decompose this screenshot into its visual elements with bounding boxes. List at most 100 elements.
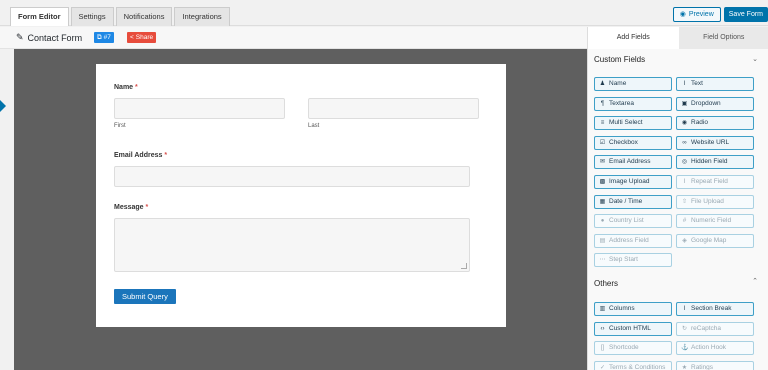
tab-form-editor[interactable]: Form Editor: [10, 7, 69, 26]
add-field-numeric-field-button[interactable]: # Numeric Field: [676, 214, 754, 229]
pencil-icon: ✎: [16, 32, 24, 42]
add-field-name-button[interactable]: ♟ Name: [594, 77, 672, 91]
link-icon: ∞: [682, 139, 687, 146]
field-button-label: Date / Time: [609, 197, 643, 205]
add-field-text-button[interactable]: I Text: [676, 77, 754, 91]
name-field-label: Name *: [114, 84, 138, 91]
field-button-label: Ratings: [691, 363, 714, 370]
top-tab-bar: Form Editor Settings Notifications Integ…: [0, 0, 768, 26]
field-button-label: Website URL: [691, 138, 730, 146]
tab-notifications[interactable]: Notifications: [115, 7, 173, 26]
form-title-text: Contact Form: [27, 32, 83, 43]
save-form-button[interactable]: Save Form: [723, 7, 768, 22]
resize-handle-icon[interactable]: [461, 263, 467, 269]
anchor-icon: ⚓: [681, 345, 689, 352]
field-button-label: Address Field: [609, 236, 649, 244]
terms-icon: ✓: [599, 364, 606, 370]
list-icon: ≡: [600, 120, 605, 127]
fields-panel: Add Fields Field Options Custom Fields ⌄…: [587, 27, 768, 370]
field-button-label: Textarea: [609, 99, 634, 107]
checkbox-icon: ☑: [599, 139, 606, 146]
add-field-repeat-field-button[interactable]: I Repeat Field: [676, 175, 754, 189]
tab-add-fields[interactable]: Add Fields: [588, 27, 679, 49]
image-icon: ▩: [599, 179, 606, 185]
hash-icon: #: [682, 218, 687, 225]
add-field-google-map-button[interactable]: ◈ Google Map: [676, 233, 754, 248]
field-button-label: Terms & Conditions: [609, 363, 666, 370]
envelope-icon: ✉: [599, 159, 606, 166]
collapse-arrow-icon[interactable]: [0, 100, 6, 112]
add-field-radio-button[interactable]: ◉ Radio: [676, 116, 754, 131]
columns-icon: ▥: [599, 306, 606, 312]
add-field-custom-html-button[interactable]: ‹› Custom HTML: [594, 321, 672, 336]
shortcode-icon: []: [600, 345, 605, 352]
field-button-label: Text: [691, 80, 703, 87]
recaptcha-icon: ↻: [681, 325, 688, 332]
tab-field-options[interactable]: Field Options: [678, 27, 768, 49]
add-field-textarea-button[interactable]: ¶ Textarea: [594, 96, 672, 111]
add-field-step-start-button[interactable]: ⋯ Step Start: [594, 253, 672, 268]
field-button-label: Section Break: [691, 305, 732, 312]
add-field-hidden-field-button[interactable]: ◎ Hidden Field: [676, 155, 754, 170]
last-sublabel: Last: [308, 123, 320, 129]
others-heading[interactable]: Others: [594, 279, 618, 288]
email-input[interactable]: [114, 166, 470, 187]
message-textarea[interactable]: [114, 218, 470, 272]
field-button-label: Repeat Field: [691, 178, 728, 185]
tab-integrations[interactable]: Integrations: [174, 7, 230, 26]
preview-button[interactable]: ◉ Preview: [672, 7, 721, 22]
map-pin-icon: ◈: [682, 237, 687, 244]
add-field-file-upload-button[interactable]: ⇧ File Upload: [676, 194, 754, 209]
field-button-label: Multi Select: [609, 119, 643, 127]
last-name-input[interactable]: [308, 98, 479, 119]
field-button-label: Image Upload: [609, 178, 650, 185]
person-icon: ♟: [599, 81, 606, 87]
top-actions: ◉ Preview Save Form: [672, 7, 768, 22]
share-label: Share: [135, 34, 154, 41]
field-button-label: Action Hook: [691, 344, 727, 352]
add-field-multi-select-button[interactable]: ≡ Multi Select: [594, 116, 672, 131]
eye-slash-icon: ◎: [681, 159, 688, 166]
share-button[interactable]: < Share: [127, 32, 157, 43]
eye-icon: ◉: [679, 11, 686, 18]
field-button-label: Country List: [609, 217, 644, 225]
add-field-website-url-button[interactable]: ∞ Website URL: [676, 135, 754, 150]
field-button-label: Google Map: [691, 236, 727, 244]
preview-label: Preview: [688, 11, 714, 18]
add-field-image-upload-button[interactable]: ▩ Image Upload: [594, 175, 672, 189]
add-field-dropdown-button[interactable]: ▣ Dropdown: [676, 96, 754, 111]
add-field-country-list-button[interactable]: ● Country List: [594, 214, 672, 229]
field-button-label: reCaptcha: [691, 324, 721, 332]
form-id-text: #7: [103, 34, 111, 41]
email-field-label: Email Address *: [114, 152, 168, 159]
form-header: ✎ Contact Form ⧉ #7 < Share: [0, 27, 587, 49]
calendar-icon: ▦: [599, 198, 606, 205]
first-sublabel: First: [114, 123, 126, 129]
first-name-input[interactable]: [114, 98, 285, 119]
add-field-recaptcha-button[interactable]: ↻ reCaptcha: [676, 321, 754, 336]
add-field-terms-conditions-button[interactable]: ✓ Terms & Conditions: [594, 360, 672, 370]
add-field-email-address-button[interactable]: ✉ Email Address: [594, 155, 672, 170]
add-field-address-field-button[interactable]: ▤ Address Field: [594, 233, 672, 248]
add-field-shortcode-button[interactable]: [] Shortcode: [594, 341, 672, 356]
form-title[interactable]: ✎ Contact Form: [16, 32, 82, 43]
add-field-section-break-button[interactable]: I Section Break: [676, 302, 754, 316]
field-button-label: Shortcode: [609, 344, 639, 352]
code-icon: ‹›: [600, 325, 605, 332]
text-cursor-icon: I: [683, 81, 686, 87]
submit-button[interactable]: Submit Query: [114, 289, 176, 304]
add-field-date-time-button[interactable]: ▦ Date / Time: [594, 194, 672, 209]
add-field-checkbox-button[interactable]: ☑ Checkbox: [594, 135, 672, 150]
message-field-label: Message *: [114, 204, 149, 211]
chevron-up-icon[interactable]: ⌃: [752, 277, 758, 285]
form-id-badge[interactable]: ⧉ #7: [94, 32, 114, 43]
field-button-label: Columns: [609, 305, 635, 312]
custom-fields-heading[interactable]: Custom Fields: [594, 55, 645, 64]
add-field-ratings-button[interactable]: ★ Ratings: [676, 360, 754, 370]
tab-settings[interactable]: Settings: [70, 7, 114, 26]
address-icon: ▤: [599, 237, 606, 244]
add-field-action-hook-button[interactable]: ⚓ Action Hook: [676, 341, 754, 356]
chevron-down-icon[interactable]: ⌄: [752, 55, 758, 63]
globe-icon: ●: [600, 218, 605, 225]
add-field-columns-button[interactable]: ▥ Columns: [594, 302, 672, 316]
